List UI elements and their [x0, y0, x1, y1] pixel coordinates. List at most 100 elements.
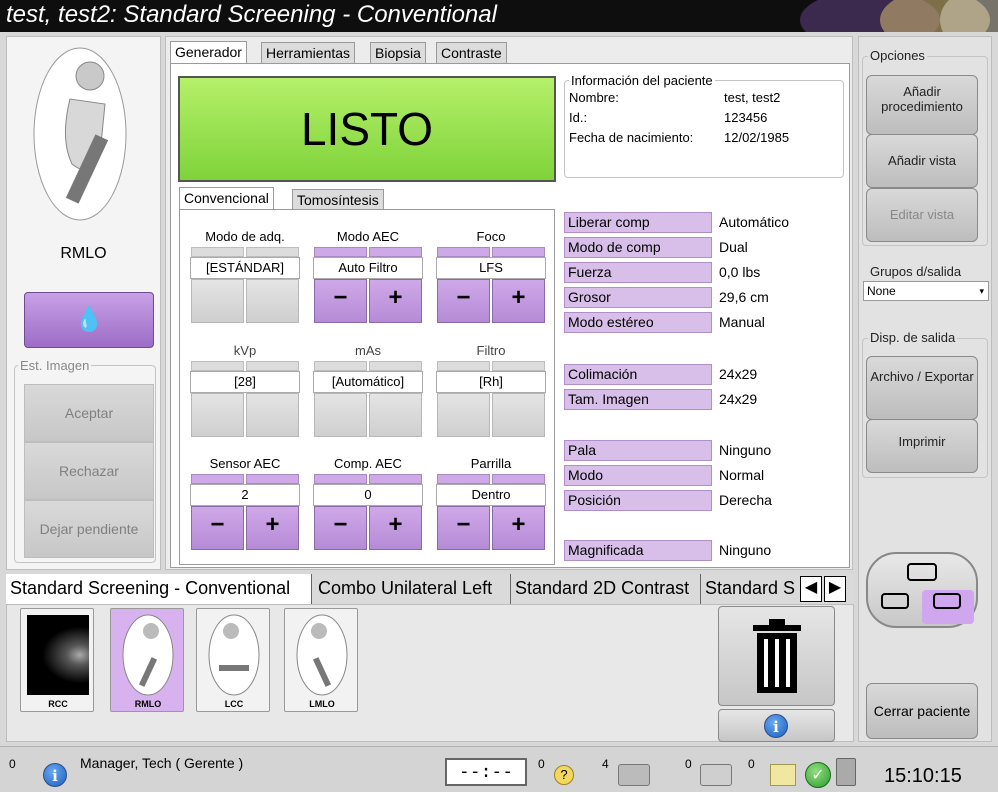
- procedure-tab[interactable]: Standard Screening - Conventional: [6, 574, 312, 604]
- add-view-button[interactable]: Añadir vista: [866, 134, 978, 188]
- acq-mode-indicator-right: [246, 247, 299, 257]
- mas-indicator-left: [314, 361, 367, 371]
- thumbnail-lmlo[interactable]: LMLO: [284, 608, 358, 712]
- tab-contraste[interactable]: Contraste: [436, 42, 507, 64]
- acq-mode-value: [ESTÁNDAR]: [190, 257, 300, 279]
- aec-mode-plus-button[interactable]: +: [369, 279, 422, 323]
- filter-control: Filtro [Rh]: [436, 343, 546, 441]
- param-label: Fuerza: [564, 262, 712, 283]
- workstation-icon[interactable]: [836, 758, 856, 786]
- patient-name-label: Nombre:: [569, 90, 619, 105]
- aec-comp-minus-button[interactable]: −: [314, 506, 367, 550]
- print-button[interactable]: Imprimir: [866, 419, 978, 473]
- archive-export-button[interactable]: Archivo / Exportar: [866, 356, 978, 420]
- kvp-value: [28]: [190, 371, 300, 393]
- image-queue-icon[interactable]: [618, 764, 650, 786]
- param-label: Modo: [564, 465, 712, 486]
- focus-plus-button[interactable]: +: [492, 279, 545, 323]
- status-count: 0: [538, 757, 545, 771]
- grid-label: Parrilla: [470, 456, 512, 471]
- kvp-indicator-right: [246, 361, 299, 371]
- mas-value: [Automático]: [313, 371, 423, 393]
- aec-mode-indicator-left: [314, 247, 367, 257]
- acq-mode-control: Modo de adq. [ESTÁNDAR]: [190, 229, 300, 327]
- thumbnail-label: LCC: [224, 699, 244, 709]
- aec-sensor-indicator-right: [246, 474, 299, 484]
- close-patient-button[interactable]: Cerrar paciente: [866, 683, 978, 739]
- output-group-select[interactable]: None ▾: [863, 281, 989, 301]
- param-label: Colimación: [564, 364, 712, 385]
- focus-minus-button[interactable]: −: [437, 279, 490, 323]
- subtab-convencional[interactable]: Convencional: [179, 187, 274, 209]
- grid-control: Parrilla Dentro − +: [436, 456, 546, 554]
- aec-mode-minus-button[interactable]: −: [314, 279, 367, 323]
- check-icon[interactable]: ✓: [805, 762, 831, 788]
- output-devices-header: Disp. de salida: [868, 330, 958, 345]
- implant-button[interactable]: 💧: [24, 292, 154, 348]
- kvp-down-button: [191, 393, 244, 437]
- procedure-tabs: Standard Screening - Conventional Combo …: [6, 574, 854, 604]
- kvp-label: kVp: [233, 343, 257, 358]
- filter-indicator-left: [437, 361, 490, 371]
- subtab-tomosintesis[interactable]: Tomosíntesis: [292, 189, 384, 211]
- status-count: 0: [685, 757, 692, 771]
- thumbnail-rmlo[interactable]: RMLO: [110, 608, 184, 712]
- mas-label: mAs: [355, 343, 381, 358]
- user-name: Manager, Tech ( Gerente ): [80, 755, 244, 771]
- thumbnail-label: RCC: [48, 699, 68, 709]
- tab-generador[interactable]: Generador: [170, 41, 247, 63]
- grid-plus-button[interactable]: +: [492, 506, 545, 550]
- param-value: 0,0 lbs: [719, 264, 761, 280]
- paddle-shift-control[interactable]: [866, 552, 978, 628]
- notes-icon[interactable]: [770, 764, 796, 786]
- param-value: Ninguno: [719, 442, 772, 458]
- help-icon[interactable]: ?: [554, 765, 574, 785]
- mas-up-button: [369, 393, 422, 437]
- acq-mode-label: Modo de adq.: [205, 229, 285, 244]
- patient-id: 123456: [724, 110, 768, 125]
- scroll-left-icon[interactable]: ◀: [800, 576, 822, 602]
- tab-herramientas[interactable]: Herramientas: [261, 42, 356, 64]
- thumbnail-lcc[interactable]: LCC: [196, 608, 270, 712]
- focus-control: Foco LFS − +: [436, 229, 546, 327]
- focus-indicator-left: [437, 247, 490, 257]
- reject-button[interactable]: Rechazar: [24, 442, 154, 500]
- procedure-tab[interactable]: Standard 2D Contrast: [511, 574, 701, 604]
- scroll-right-icon[interactable]: ▶: [824, 576, 846, 602]
- aec-sensor-minus-button[interactable]: −: [191, 506, 244, 550]
- accept-button[interactable]: Aceptar: [24, 384, 154, 442]
- paddle-shift-icon: [881, 563, 974, 624]
- param-label: Modo de comp: [564, 237, 712, 258]
- decor-flower-light: [940, 0, 998, 32]
- param-label: Pala: [564, 440, 712, 461]
- view-icon-lmlo: [296, 614, 348, 696]
- grid-minus-button[interactable]: −: [437, 506, 490, 550]
- aec-sensor-value: 2: [190, 484, 300, 506]
- aec-sensor-plus-button[interactable]: +: [246, 506, 299, 550]
- info-button[interactable]: i: [718, 709, 835, 742]
- tab-biopsia[interactable]: Biopsia: [370, 42, 426, 64]
- param-value: Dual: [719, 239, 748, 255]
- pending-button[interactable]: Dejar pendiente: [24, 500, 154, 558]
- edit-view-button[interactable]: Editar vista: [866, 188, 978, 242]
- aec-mode-label: Modo AEC: [336, 229, 400, 244]
- image-status-header: Est. Imagen: [18, 358, 92, 373]
- thumbnail-rcc[interactable]: RCC: [20, 608, 94, 712]
- aec-comp-plus-button[interactable]: +: [369, 506, 422, 550]
- focus-label: Foco: [476, 229, 506, 244]
- status-count: 0: [9, 757, 16, 771]
- patient-name: test, test2: [724, 90, 781, 105]
- procedure-tab[interactable]: Combo Unilateral Left: [314, 574, 511, 604]
- view-icon-lcc: [208, 614, 260, 696]
- param-value: Derecha: [719, 492, 772, 508]
- info-icon[interactable]: i: [43, 763, 67, 787]
- archive-queue-icon[interactable]: [700, 764, 732, 786]
- param-value: 29,6 cm: [719, 289, 769, 305]
- patient-info-header: Información del paciente: [569, 73, 715, 88]
- add-procedure-button[interactable]: Añadir procedimiento: [866, 75, 978, 135]
- delete-button[interactable]: [718, 606, 835, 706]
- aec-sensor-control: Sensor AEC 2 − +: [190, 456, 300, 554]
- info-icon: i: [764, 714, 788, 738]
- mas-down-button: [314, 393, 367, 437]
- procedure-tab[interactable]: Standard S: [701, 574, 801, 604]
